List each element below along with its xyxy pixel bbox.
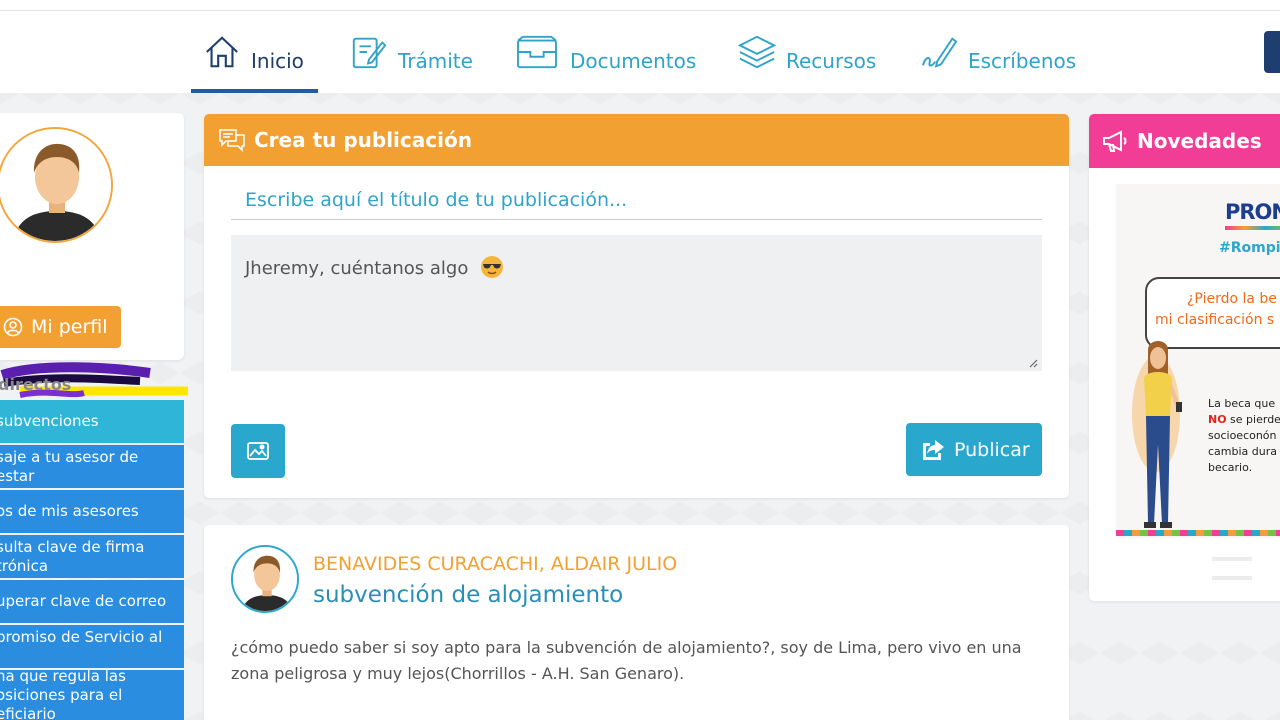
post-card: BENAVIDES CURACACHI, ALDAIR JULIO subven… [204,525,1069,720]
avatar[interactable] [0,127,113,243]
chat-bubbles-icon [219,129,245,152]
quick-link-label: promiso de Servicio al [0,628,163,646]
banner-text-line: becario. [1208,461,1253,474]
quick-links-list: subvenciones saje a tu asesor de estar o… [0,400,184,720]
banner-text-bold: NO [1208,413,1227,426]
nav-item-inicio[interactable]: Inicio [191,33,318,93]
banner-text: La beca que NO se pierde socioeconón cam… [1208,396,1280,476]
post-title[interactable]: subvención de alojamiento [313,582,623,608]
post-body-textarea[interactable]: Jheremy, cuéntanos algo [231,235,1042,371]
quick-link-label: na que regula las osiciones para el efic… [0,670,126,720]
news-banner[interactable]: PRON #Rompie ¿Pierdo la be mi clasificac… [1116,184,1280,538]
resize-handle-icon[interactable] [1028,358,1038,368]
news-header: Novedades [1089,114,1280,168]
quick-links-title: directos [0,375,72,394]
nav-item-recursos[interactable]: Recursos [738,33,888,93]
add-image-button[interactable] [231,424,285,478]
top-strip [0,0,1280,11]
publish-button[interactable]: Publicar [906,423,1042,476]
quick-link-label: os de mis asesores [0,502,139,520]
my-profile-button[interactable]: Mi perfil [0,306,121,348]
nav-item-escribenos[interactable]: Escríbenos [920,33,1090,93]
banner-brand-underline [1225,226,1280,230]
quick-link-item[interactable]: na que regula las osiciones para el efic… [0,670,184,720]
nav-label: Documentos [570,49,697,73]
main-navbar: Inicio Trámite Documentos Recursos Escrí… [0,11,1280,93]
banner-text-line: cambia dura [1208,445,1277,458]
post-author-avatar[interactable] [231,545,299,613]
banner-text-line: socioeconón [1208,429,1277,442]
pencil-sign-icon [921,37,958,68]
layers-icon [738,35,776,69]
nav-item-tramite[interactable]: Trámite [350,33,480,93]
post-body-text: ¿cómo puedo saber si soy apto para la su… [231,638,1022,683]
nav-label: Recursos [786,49,877,73]
post-author-name[interactable]: BENAVIDES CURACACHI, ALDAIR JULIO [313,553,677,575]
quick-link-item[interactable]: saje a tu asesor de estar [0,445,184,488]
banner-text-line: NO se pierde [1208,412,1280,428]
publish-label: Publicar [954,438,1030,461]
quick-link-label: uperar clave de correo [0,592,167,610]
sunglasses-emoji-icon [481,256,504,278]
nav-label: Escríbenos [968,49,1077,73]
image-icon [247,442,269,460]
profile-card: Mi perfil [0,113,188,398]
carousel-dot[interactable] [1212,557,1252,561]
banner-question-line1: ¿Pierdo la be [1187,291,1277,307]
quick-link-label: saje a tu asesor de estar [0,448,139,485]
nav-label: Inicio [251,49,304,73]
banner-brand: PRON [1225,200,1280,224]
nav-right-button[interactable] [1264,31,1280,73]
quick-link-item[interactable]: subvenciones [0,400,184,443]
student-illustration [1132,341,1182,528]
create-post-title: Crea tu publicación [254,128,472,152]
carousel-dot[interactable] [1212,576,1252,580]
create-post-header: Crea tu publicación [204,114,1069,166]
banner-color-stripe [1116,530,1280,536]
post-body-placeholder: Jheremy, cuéntanos algo [245,258,469,279]
banner-question-line2: mi clasificación s [1155,312,1275,328]
megaphone-icon [1103,130,1127,152]
news-title: Novedades [1137,129,1262,153]
quick-link-item[interactable]: sulta clave de firma trónica [0,535,184,578]
quick-link-label: subvenciones [0,412,99,430]
user-avatar-icon [0,129,111,241]
quick-link-item[interactable]: os de mis asesores [0,490,184,533]
user-avatar-icon [233,547,297,611]
banner-text-rest: se pierde [1226,413,1280,426]
nav-label: Trámite [398,49,473,73]
my-profile-label: Mi perfil [31,316,108,338]
quick-link-item[interactable]: uperar clave de correo [0,580,184,623]
archive-box-icon [517,35,557,69]
edit-document-icon [352,37,387,69]
create-post-card: Crea tu publicación Jheremy, cuéntanos a… [204,114,1069,498]
share-icon [923,439,944,460]
nav-item-documentos[interactable]: Documentos [514,33,704,93]
news-card: Novedades PRON #Rompie ¿Pierdo la be mi … [1089,114,1280,601]
quick-link-item[interactable]: promiso de Servicio al [0,625,184,668]
quick-link-label: sulta clave de firma trónica [0,538,145,575]
carousel-indicators[interactable] [1212,546,1280,580]
post-title-input[interactable] [231,180,1042,220]
banner-hashtag: #Rompie [1219,240,1280,256]
banner-text-line: La beca que [1208,397,1276,410]
user-circle-icon [3,317,23,337]
home-icon [206,36,238,68]
